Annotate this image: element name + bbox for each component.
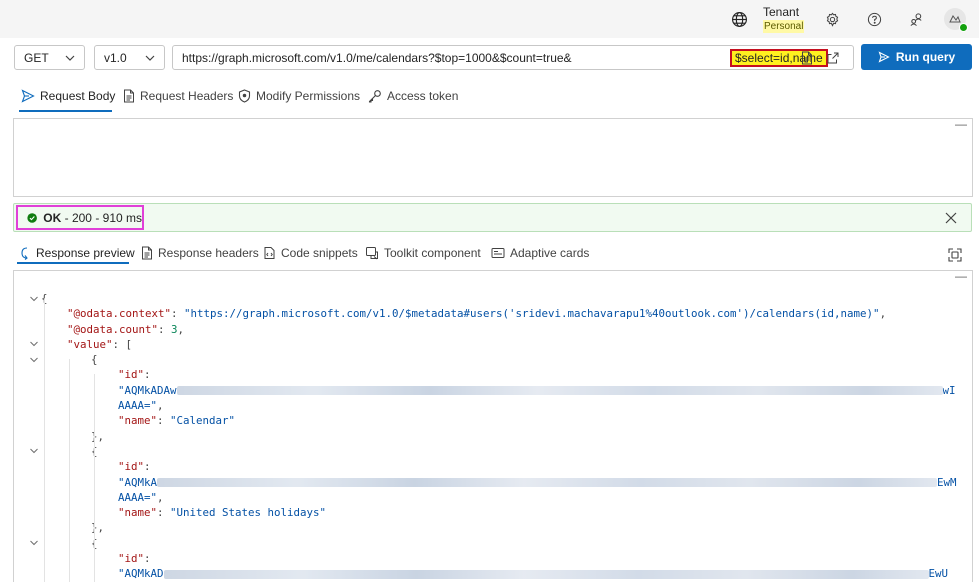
- globe-icon[interactable]: [729, 9, 749, 29]
- url-input[interactable]: https://graph.microsoft.com/v1.0/me/cale…: [172, 45, 854, 70]
- tab-label: Modify Permissions: [256, 89, 361, 103]
- chevron-down-icon: [65, 55, 75, 61]
- tab-request-headers[interactable]: Request Headers: [123, 86, 233, 106]
- version-value: v1.0: [104, 50, 127, 65]
- tab-adaptive-cards[interactable]: Adaptive cards: [491, 243, 589, 263]
- tab-response-headers[interactable]: Response headers: [141, 243, 259, 263]
- method-value: GET: [24, 50, 49, 65]
- code-line: {: [14, 444, 972, 459]
- send-icon: [878, 51, 890, 63]
- code-line: "AQMkAD EwU: [118, 567, 949, 581]
- code-line: {: [14, 352, 972, 367]
- tab-request-body[interactable]: Request Body: [21, 86, 115, 106]
- redacted-id: [176, 386, 943, 396]
- top-bar: Tenant Personal: [0, 0, 979, 38]
- key-icon: [368, 90, 381, 103]
- document-icon[interactable]: [799, 50, 815, 66]
- code-line: {: [14, 291, 972, 306]
- indent-guide: [44, 299, 45, 582]
- code-line: "value": [: [14, 337, 972, 352]
- chevron-down-icon: [145, 55, 155, 61]
- url-prefix: https://graph.microsoft.com/v1.0/me/cale…: [182, 51, 572, 65]
- help-icon[interactable]: [864, 9, 884, 29]
- tab-label: Request Headers: [140, 89, 234, 103]
- tab-code-snippets[interactable]: Code snippets: [263, 243, 358, 263]
- card-icon: [491, 248, 505, 258]
- minimize-icon[interactable]: —: [955, 117, 967, 131]
- active-tab-indicator: [17, 262, 129, 264]
- tenant-selector[interactable]: Tenant Personal: [763, 5, 805, 33]
- tab-label: Access token: [387, 89, 459, 103]
- tab-label: Request Body: [40, 89, 116, 103]
- code-line: "id":: [118, 552, 151, 566]
- code-line: AAAA=",: [118, 490, 164, 504]
- code-line: {: [14, 536, 972, 551]
- tab-access-token[interactable]: Access token: [368, 86, 458, 106]
- tab-response-preview[interactable]: Response preview: [19, 243, 135, 263]
- tab-label: Response preview: [36, 246, 135, 260]
- expand-icon[interactable]: [947, 247, 963, 263]
- tenant-label: Tenant: [763, 5, 800, 19]
- code-line: "@odata.count": 3,: [67, 322, 185, 336]
- code-line: },: [91, 521, 105, 535]
- indent-guide: [94, 374, 95, 582]
- json-response: { "@odata.context": "https://graph.micro…: [14, 291, 972, 582]
- tab-label: Adaptive cards: [510, 246, 590, 260]
- close-icon[interactable]: [944, 211, 958, 225]
- tenant-sub-label: Personal: [763, 20, 805, 33]
- code-line: "name": "Calendar": [118, 414, 236, 428]
- success-check-icon: [27, 212, 37, 223]
- tab-toolkit-component[interactable]: Toolkit component: [365, 243, 481, 263]
- status-detail: - 200 - 910 ms: [61, 210, 142, 225]
- status-highlight: OK - 200 - 910 ms: [16, 205, 144, 230]
- code-line: "id":: [118, 460, 151, 474]
- settings-icon[interactable]: [822, 9, 842, 29]
- code-line: "AQMkADAw wI: [118, 383, 956, 397]
- status-bar: OK - 200 - 910 ms: [13, 203, 972, 232]
- active-tab-indicator: [19, 110, 112, 112]
- run-query-button[interactable]: Run query: [861, 44, 972, 70]
- code-line: AAAA=",: [118, 399, 164, 413]
- method-select[interactable]: GET: [14, 45, 85, 70]
- chevron-down-icon[interactable]: [28, 291, 40, 306]
- document-icon: [142, 246, 152, 260]
- code-line: "name": "United States holidays": [118, 506, 327, 520]
- toolkit-icon: [366, 247, 378, 260]
- chevron-down-icon[interactable]: [28, 536, 40, 551]
- preview-icon: [21, 247, 28, 260]
- version-select[interactable]: v1.0: [94, 45, 165, 70]
- tab-label: Code snippets: [281, 246, 358, 260]
- tab-label: Response headers: [158, 246, 259, 260]
- share-icon[interactable]: [825, 50, 841, 66]
- chevron-down-icon[interactable]: [28, 444, 40, 459]
- code-line: "@odata.context": "https://graph.microso…: [67, 307, 887, 321]
- avatar[interactable]: [944, 8, 968, 32]
- tab-modify-permissions[interactable]: Modify Permissions: [238, 86, 360, 106]
- feedback-icon[interactable]: [906, 9, 926, 29]
- shield-icon: [238, 89, 251, 103]
- chevron-down-icon[interactable]: [28, 352, 40, 367]
- document-icon: [124, 89, 134, 103]
- status-ok: OK: [43, 210, 62, 225]
- minimize-icon[interactable]: —: [955, 271, 967, 283]
- chevron-down-icon[interactable]: [28, 337, 40, 352]
- code-line: "id":: [118, 368, 151, 382]
- tab-label: Toolkit component: [384, 246, 481, 260]
- code-line: "AQMkA EwM: [118, 475, 957, 489]
- redacted-id: [163, 569, 929, 579]
- response-editor[interactable]: — { "@odata.context": "https://graph.mic…: [13, 270, 973, 582]
- code-line: },: [91, 429, 105, 443]
- presence-dot: [959, 23, 968, 32]
- indent-guide: [69, 359, 70, 582]
- code-icon: [264, 247, 275, 259]
- redacted-id: [157, 478, 938, 488]
- run-query-label: Run query: [895, 50, 956, 64]
- send-icon: [21, 89, 35, 103]
- request-body-editor[interactable]: —: [13, 117, 973, 197]
